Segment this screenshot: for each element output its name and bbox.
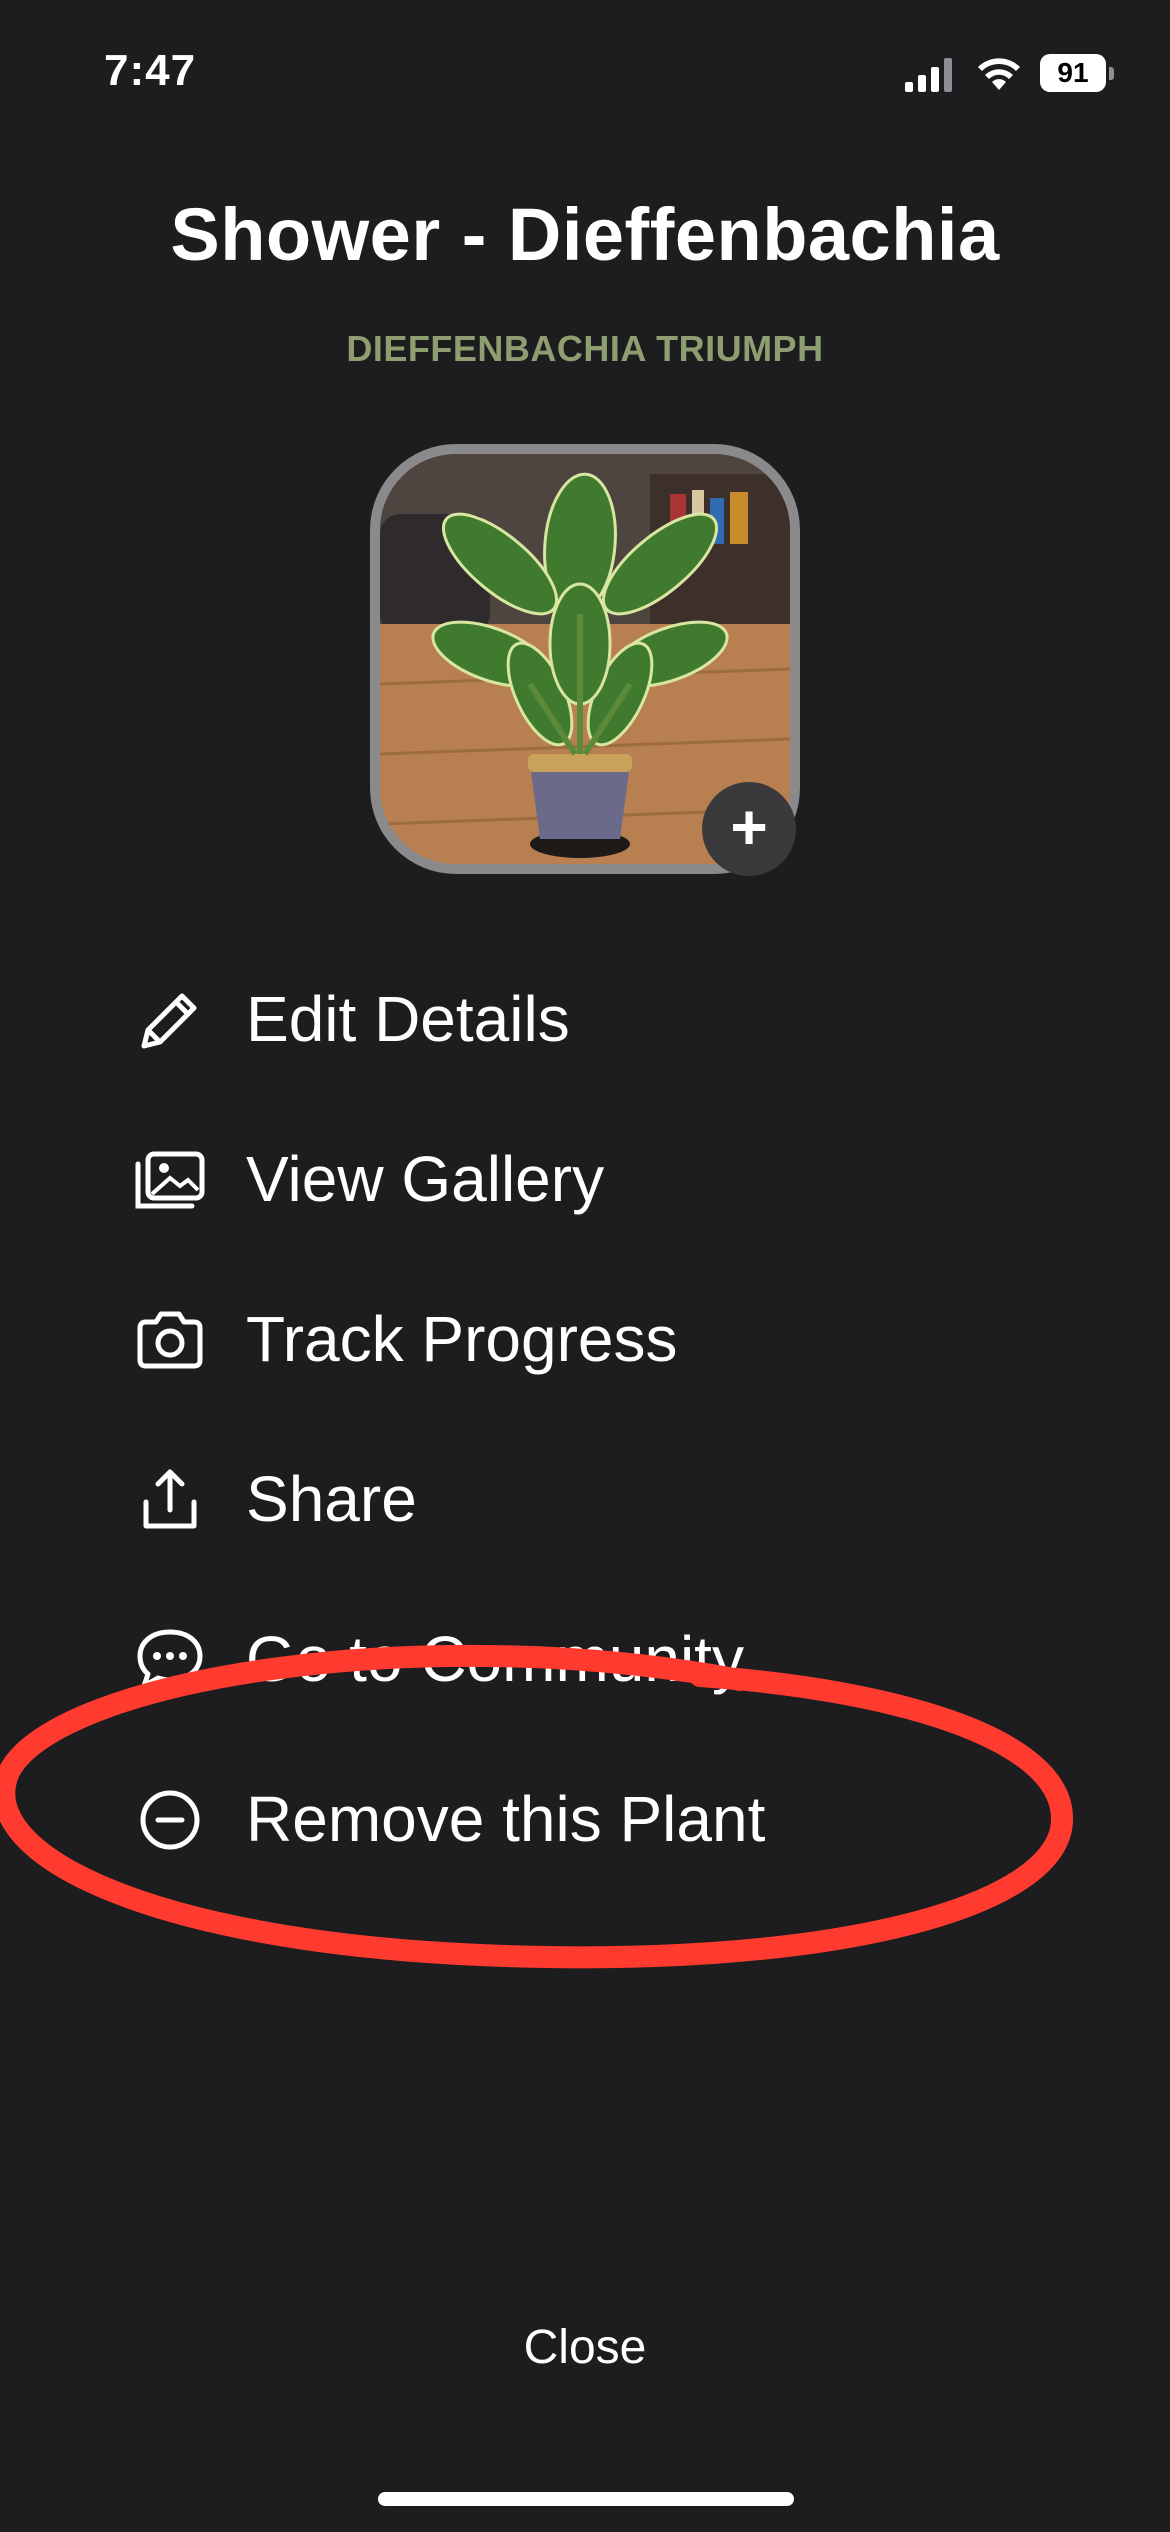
home-indicator[interactable]: [378, 2492, 794, 2506]
minus-circle-icon: [140, 1790, 200, 1850]
battery-level: 91: [1040, 54, 1106, 92]
cellular-signal-icon: [905, 58, 952, 92]
menu-item-view-gallery[interactable]: View Gallery: [130, 1120, 1030, 1230]
menu-item-label: Share: [246, 1463, 417, 1535]
battery-cap: [1109, 67, 1114, 80]
menu-item-label: View Gallery: [246, 1143, 605, 1215]
menu-item-track-progress[interactable]: Track Progress: [130, 1280, 1030, 1390]
plant-title: Shower - Dieffenbachia: [170, 193, 1000, 276]
menu-item-label: Edit Details: [246, 983, 570, 1055]
share-icon: [143, 1469, 197, 1529]
wifi-icon: [978, 58, 1020, 90]
status-time: 7:47: [104, 46, 197, 95]
close-button[interactable]: Close: [0, 2320, 1170, 2375]
menu-item-edit-details[interactable]: Edit Details: [130, 960, 1030, 1070]
pencil-icon: [141, 993, 197, 1049]
menu-item-label: Track Progress: [246, 1303, 678, 1375]
menu-item-go-to-community[interactable]: Go to Community: [130, 1600, 1030, 1710]
plant-species: DIEFFENBACHIA TRIUMPH: [346, 328, 824, 369]
chat-bubble-icon: [137, 1629, 203, 1689]
menu-item-share[interactable]: Share: [130, 1440, 1030, 1550]
menu-item-remove-plant[interactable]: Remove this Plant: [130, 1760, 1030, 1870]
gallery-icon: [135, 1151, 205, 1209]
menu-item-label: Go to Community: [246, 1623, 744, 1695]
status-bar: 7:47 91: [0, 0, 1170, 150]
menu-item-label: Remove this Plant: [246, 1783, 766, 1855]
add-photo-button[interactable]: +: [702, 782, 796, 876]
camera-icon: [137, 1311, 203, 1369]
battery-icon: 91: [1040, 54, 1114, 94]
